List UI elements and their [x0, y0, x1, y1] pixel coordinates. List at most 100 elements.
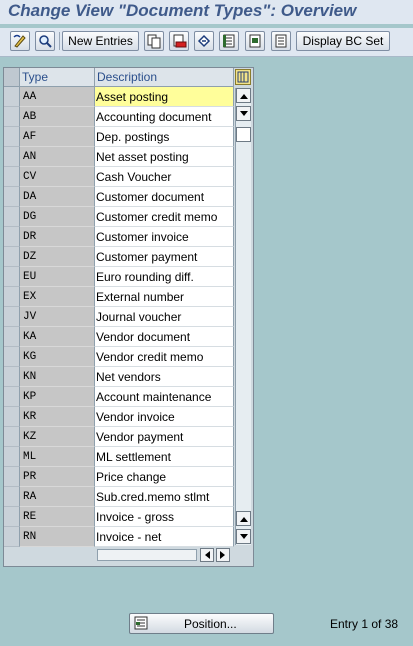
- description-cell[interactable]: Account maintenance: [95, 387, 234, 407]
- table-row[interactable]: PR Price change: [4, 467, 234, 487]
- description-cell[interactable]: Net asset posting: [95, 147, 234, 167]
- row-selector[interactable]: [4, 187, 20, 207]
- row-selector[interactable]: [4, 447, 20, 467]
- description-cell[interactable]: Accounting document: [95, 107, 234, 127]
- description-cell[interactable]: Vendor invoice: [95, 407, 234, 427]
- vertical-scroll-thumb[interactable]: [236, 127, 251, 142]
- table-row[interactable]: DR Customer invoice: [4, 227, 234, 247]
- row-selector[interactable]: [4, 487, 20, 507]
- table-row[interactable]: RN Invoice - net: [4, 527, 234, 547]
- table-row[interactable]: AF Dep. postings: [4, 127, 234, 147]
- table-row[interactable]: KG Vendor credit memo: [4, 347, 234, 367]
- row-selector[interactable]: [4, 87, 20, 107]
- table-row[interactable]: KN Net vendors: [4, 367, 234, 387]
- copy-button[interactable]: [144, 31, 164, 51]
- scroll-down-button[interactable]: [236, 106, 251, 121]
- scroll-left-button[interactable]: [200, 548, 214, 562]
- row-selector[interactable]: [4, 327, 20, 347]
- row-selector[interactable]: [4, 207, 20, 227]
- select-block-button[interactable]: [245, 31, 265, 51]
- row-selector[interactable]: [4, 267, 20, 287]
- row-selector[interactable]: [4, 127, 20, 147]
- description-cell[interactable]: Customer invoice: [95, 227, 234, 247]
- column-header-type[interactable]: Type: [20, 68, 95, 87]
- table-row[interactable]: AA Asset posting: [4, 87, 234, 107]
- row-selector[interactable]: [4, 107, 20, 127]
- table-row[interactable]: EX External number: [4, 287, 234, 307]
- row-selector[interactable]: [4, 507, 20, 527]
- display-change-button[interactable]: [10, 31, 30, 51]
- table-settings-icon: [237, 71, 249, 83]
- undo-button[interactable]: [194, 31, 214, 51]
- scroll-right-button[interactable]: [216, 548, 230, 562]
- description-cell[interactable]: Customer payment: [95, 247, 234, 267]
- description-cell[interactable]: Euro rounding diff.: [95, 267, 234, 287]
- row-selector[interactable]: [4, 387, 20, 407]
- scroll-up-button[interactable]: [236, 88, 251, 103]
- table-row[interactable]: RE Invoice - gross: [4, 507, 234, 527]
- row-selector[interactable]: [4, 527, 20, 547]
- table-row[interactable]: DZ Customer payment: [4, 247, 234, 267]
- row-selector[interactable]: [4, 367, 20, 387]
- description-cell[interactable]: Invoice - gross: [95, 507, 234, 527]
- arrow-left-icon: [205, 551, 210, 559]
- table-row[interactable]: KA Vendor document: [4, 327, 234, 347]
- row-selector[interactable]: [4, 427, 20, 447]
- display-change-icon: [13, 34, 26, 48]
- description-cell[interactable]: Net vendors: [95, 367, 234, 387]
- description-cell[interactable]: Dep. postings: [95, 127, 234, 147]
- table-row[interactable]: AN Net asset posting: [4, 147, 234, 167]
- row-selector[interactable]: [4, 227, 20, 247]
- description-cell[interactable]: Vendor document: [95, 327, 234, 347]
- table-row[interactable]: EU Euro rounding diff.: [4, 267, 234, 287]
- deselect-all-button[interactable]: [271, 31, 291, 51]
- description-cell[interactable]: Customer document: [95, 187, 234, 207]
- table-row[interactable]: KP Account maintenance: [4, 387, 234, 407]
- row-selector[interactable]: [4, 147, 20, 167]
- row-selector[interactable]: [4, 307, 20, 327]
- description-cell[interactable]: Cash Voucher: [95, 167, 234, 187]
- scroll-page-up-button[interactable]: [236, 511, 251, 526]
- description-cell[interactable]: External number: [95, 287, 234, 307]
- other-view-button[interactable]: [35, 31, 55, 51]
- table-row[interactable]: CV Cash Voucher: [4, 167, 234, 187]
- description-cell[interactable]: Price change: [95, 467, 234, 487]
- table-row[interactable]: KR Vendor invoice: [4, 407, 234, 427]
- row-selector[interactable]: [4, 167, 20, 187]
- type-cell: RA: [20, 487, 95, 507]
- row-selector[interactable]: [4, 247, 20, 267]
- table-row[interactable]: DG Customer credit memo: [4, 207, 234, 227]
- description-cell[interactable]: ML settlement: [95, 447, 234, 467]
- select-all-rows-button[interactable]: [4, 68, 20, 87]
- horizontal-scrollbar[interactable]: [96, 547, 234, 563]
- table-row[interactable]: RA Sub.cred.memo stlmt: [4, 487, 234, 507]
- description-cell[interactable]: Asset posting: [95, 87, 234, 107]
- row-selector[interactable]: [4, 467, 20, 487]
- delete-button[interactable]: [169, 31, 189, 51]
- vertical-scrollbar[interactable]: [235, 88, 251, 545]
- table-row[interactable]: ML ML settlement: [4, 447, 234, 467]
- row-selector[interactable]: [4, 287, 20, 307]
- scroll-page-down-button[interactable]: [236, 529, 251, 544]
- select-all-button[interactable]: [219, 31, 239, 51]
- description-cell[interactable]: Sub.cred.memo stlmt: [95, 487, 234, 507]
- description-cell[interactable]: Customer credit memo: [95, 207, 234, 227]
- display-bc-set-button[interactable]: Display BC Set: [296, 31, 390, 51]
- position-button[interactable]: Position...: [129, 613, 274, 634]
- type-cell: KA: [20, 327, 95, 347]
- description-cell[interactable]: Invoice - net: [95, 527, 234, 547]
- horizontal-scroll-thumb[interactable]: [97, 549, 197, 561]
- description-cell[interactable]: Vendor credit memo: [95, 347, 234, 367]
- table-row[interactable]: DA Customer document: [4, 187, 234, 207]
- table-row[interactable]: KZ Vendor payment: [4, 427, 234, 447]
- description-cell[interactable]: Journal voucher: [95, 307, 234, 327]
- description-cell[interactable]: Vendor payment: [95, 427, 234, 447]
- row-selector[interactable]: [4, 407, 20, 427]
- column-header-description[interactable]: Description: [95, 68, 234, 87]
- table-row[interactable]: JV Journal voucher: [4, 307, 234, 327]
- row-selector[interactable]: [4, 347, 20, 367]
- table-settings-button[interactable]: [235, 69, 251, 85]
- title-bar: Change View "Document Types": Overview: [0, 0, 413, 24]
- table-row[interactable]: AB Accounting document: [4, 107, 234, 127]
- new-entries-button[interactable]: New Entries: [62, 31, 139, 51]
